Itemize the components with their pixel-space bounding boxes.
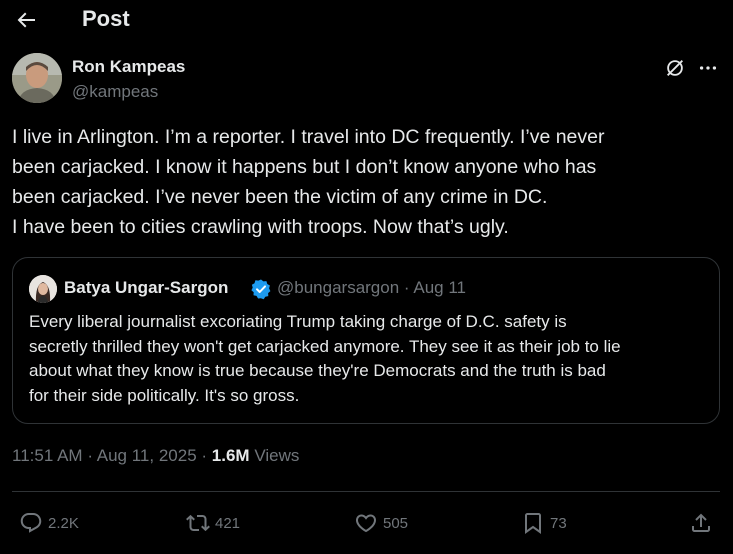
quoted-post[interactable]: Batya Ungar-Sargon @bungarsargon · Aug 1… [12, 257, 720, 424]
post-text: I live in Arlington. I’m a reporter. I t… [12, 122, 712, 242]
post-text-line: I live in Arlington. I’m a reporter. I t… [12, 126, 605, 148]
post-text-line: I have been to cities crawling with troo… [12, 216, 509, 238]
reply-button[interactable]: 2.2K [19, 508, 79, 538]
post-timestamp: 11:51 AM · Aug 11, 2025 · 1.6M Views [12, 446, 300, 465]
author-name[interactable]: Ron Kampeas [72, 57, 185, 77]
more-options-icon[interactable] [696, 57, 720, 79]
bookmark-button[interactable]: 73 [521, 508, 567, 538]
quoted-author-avatar [29, 275, 57, 303]
heart-icon [355, 514, 377, 533]
author-avatar[interactable] [12, 53, 62, 103]
verified-badge-icon [251, 279, 271, 300]
quoted-text-line: about what they know is true because the… [29, 361, 606, 380]
quoted-post-meta: @bungarsargon · Aug 11 [277, 278, 466, 297]
quoted-text-line: Every liberal journalist excoriating Tru… [29, 312, 567, 331]
reply-icon [20, 513, 42, 533]
action-bar: 2.2K 421 505 73 [0, 508, 733, 538]
like-count: 505 [383, 514, 409, 532]
grok-icon[interactable] [664, 57, 686, 79]
views-label: Views [254, 446, 300, 465]
views-count[interactable]: 1.6M [212, 446, 250, 465]
top-bar: Post [0, 0, 733, 40]
quoted-post-date: Aug 11 [413, 278, 466, 297]
share-icon [692, 513, 710, 532]
quoted-text-line: for their side politically. It's so gros… [29, 385, 300, 405]
reply-count: 2.2K [48, 514, 79, 532]
author-handle[interactable]: @kampeas [72, 82, 158, 102]
quoted-post-text: Every liberal journalist excoriating Tru… [29, 310, 709, 408]
repost-button[interactable]: 421 [186, 508, 240, 538]
post-date[interactable]: Aug 11, 2025 [97, 446, 197, 465]
page-title: Post [82, 6, 130, 31]
quoted-author-handle: @bungarsargon [277, 278, 400, 297]
back-arrow-icon[interactable] [14, 8, 38, 32]
repost-icon [186, 514, 210, 532]
bookmark-icon [525, 513, 541, 534]
post-time[interactable]: 11:51 AM [12, 446, 83, 465]
post-text-line: been carjacked. I know it happens but I … [12, 156, 597, 178]
post-author: Ron Kampeas @kampeas [12, 53, 722, 105]
quoted-text-line: secretly thrilled they won't get carjack… [29, 336, 621, 356]
post-text-line: been carjacked. I’ve never been the vict… [12, 186, 548, 208]
bookmark-count: 73 [550, 514, 567, 532]
like-button[interactable]: 505 [354, 508, 408, 538]
divider [12, 491, 720, 492]
quoted-author-name: Batya Ungar-Sargon [64, 278, 229, 297]
share-button[interactable] [689, 508, 713, 538]
repost-count: 421 [215, 514, 241, 532]
